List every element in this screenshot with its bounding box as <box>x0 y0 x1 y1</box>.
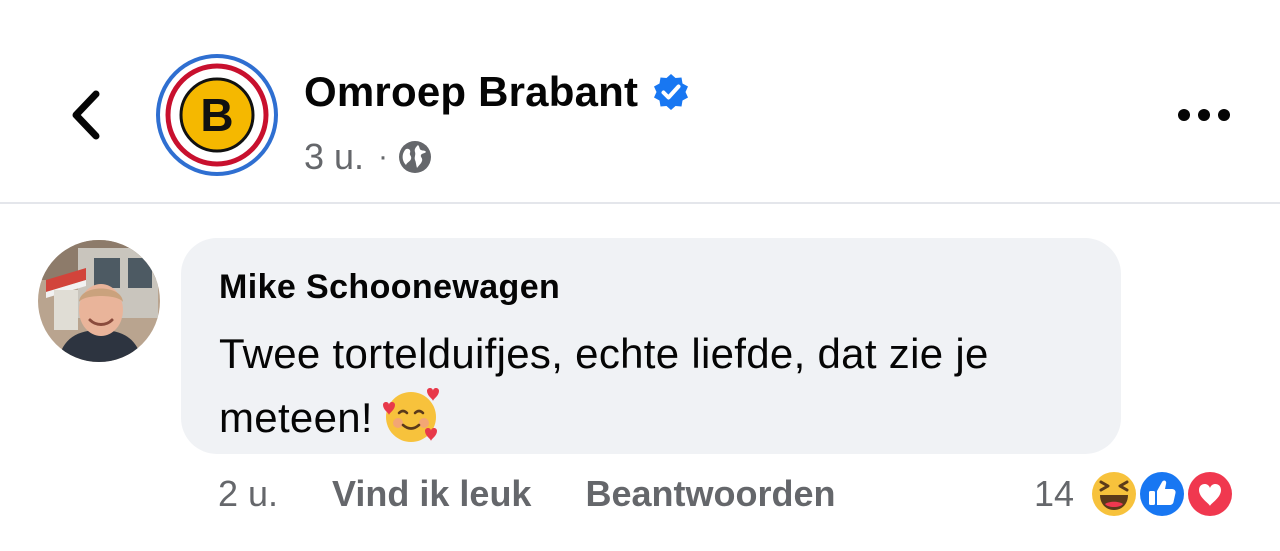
commenter-avatar[interactable] <box>38 240 160 362</box>
back-button[interactable] <box>62 86 110 144</box>
reaction-count: 14 <box>1034 473 1075 514</box>
haha-icon <box>1089 469 1140 519</box>
page-avatar[interactable]: B <box>155 53 279 177</box>
page-name[interactable]: Omroep Brabant <box>304 68 638 116</box>
logo-letter: B <box>200 89 233 141</box>
commenter-name[interactable]: Mike Schoonewagen <box>219 268 560 307</box>
comment-time[interactable]: 2 u. <box>218 473 278 515</box>
like-button[interactable]: Vind ik leuk <box>332 473 531 515</box>
comment-text: Twee tortelduifjes, echte liefde, dat zi… <box>219 322 1099 451</box>
reply-button[interactable]: Beantwoorden <box>585 473 835 515</box>
post-time[interactable]: 3 u. <box>304 136 364 178</box>
chevron-left-icon <box>72 90 100 140</box>
like-icon <box>1137 469 1188 519</box>
more-horizontal-icon <box>1178 109 1230 121</box>
comment-bubble: Mike Schoonewagen Twee tortelduifjes, ec… <box>181 238 1121 454</box>
comment-text-content: Twee tortelduifjes, echte liefde, dat zi… <box>219 330 989 441</box>
reaction-icons <box>1088 468 1238 520</box>
comment-actions: 2 u. Vind ik leuk Beantwoorden <box>218 473 835 515</box>
verified-badge-icon <box>652 73 690 111</box>
header-divider <box>0 202 1280 204</box>
post-header: B Omroep Brabant 3 u. · <box>0 0 1280 202</box>
meta-separator: · <box>378 140 389 173</box>
post-meta: 3 u. · <box>304 134 432 180</box>
smiling-face-with-hearts-icon <box>381 385 441 445</box>
more-options-button[interactable] <box>1176 100 1232 130</box>
globe-icon <box>398 140 432 174</box>
reactions-summary[interactable]: 14 <box>1034 468 1238 520</box>
page-name-row: Omroep Brabant <box>304 66 690 118</box>
love-icon <box>1185 469 1236 519</box>
